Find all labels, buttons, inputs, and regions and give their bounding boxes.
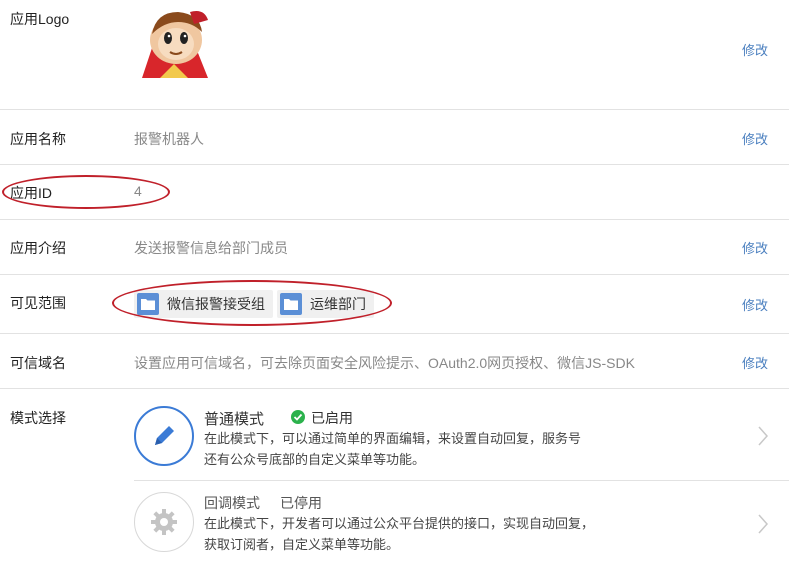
visibility-label: 可见范围 — [10, 295, 66, 311]
intro-label: 应用介绍 — [10, 240, 66, 256]
mode-label: 模式选择 — [10, 410, 66, 426]
domain-row: 可信域名 设置应用可信域名，可去除页面安全风险提示、OAuth2.0网页授权、微… — [0, 334, 789, 389]
app-logo — [134, 8, 214, 80]
mode-normal-status: 已启用 — [311, 410, 353, 426]
logo-label: 应用Logo — [10, 11, 70, 27]
chevron-right-icon — [758, 426, 769, 446]
name-value: 报警机器人 — [134, 131, 204, 147]
mode-callback-icon-circle — [134, 492, 194, 552]
mode-normal-title: 普通模式 — [204, 411, 265, 428]
mode-normal-desc-line1: 在此模式下，可以通过简单的界面编辑，来设置自动回复，服务号 — [204, 431, 582, 446]
domain-label: 可信域名 — [10, 355, 66, 371]
intro-row: 应用介绍 发送报警信息给部门成员 修改 — [0, 220, 789, 275]
edit-visibility-link[interactable]: 修改 — [742, 295, 768, 314]
mode-callback-desc-line2: 获取订阅者，自定义菜单等功能。 — [204, 537, 400, 552]
name-row: 应用名称 报警机器人 修改 — [0, 110, 789, 165]
domain-value: 设置应用可信域名，可去除页面安全风险提示、OAuth2.0网页授权、微信JS-S… — [134, 355, 635, 371]
mode-callback-title: 回调模式 — [204, 495, 260, 511]
mode-divider — [134, 480, 789, 481]
pencil-icon — [155, 426, 174, 445]
annotation-ellipse-app-id — [2, 175, 170, 209]
intro-value: 发送报警信息给部门成员 — [134, 240, 288, 256]
annotation-ellipse-visibility — [112, 280, 392, 326]
edit-intro-link[interactable]: 修改 — [742, 238, 768, 257]
logo-row: 应用Logo 修改 — [0, 0, 789, 110]
name-label: 应用名称 — [10, 131, 66, 147]
gear-icon — [151, 509, 177, 535]
edit-logo-link[interactable]: 修改 — [742, 40, 768, 59]
edit-domain-link[interactable]: 修改 — [742, 353, 768, 372]
mode-callback-desc-line1: 在此模式下，开发者可以通过公众平台提供的接口，实现自动回复， — [204, 516, 595, 531]
mode-callback-status: 已停用 — [280, 495, 322, 511]
mode-normal-desc-line2: 还有公众号底部的自定义菜单等功能。 — [204, 452, 426, 467]
check-circle-icon — [291, 410, 305, 424]
mode-normal-icon-circle — [134, 406, 194, 466]
edit-name-link[interactable]: 修改 — [742, 129, 768, 148]
chevron-right-icon — [758, 514, 769, 534]
